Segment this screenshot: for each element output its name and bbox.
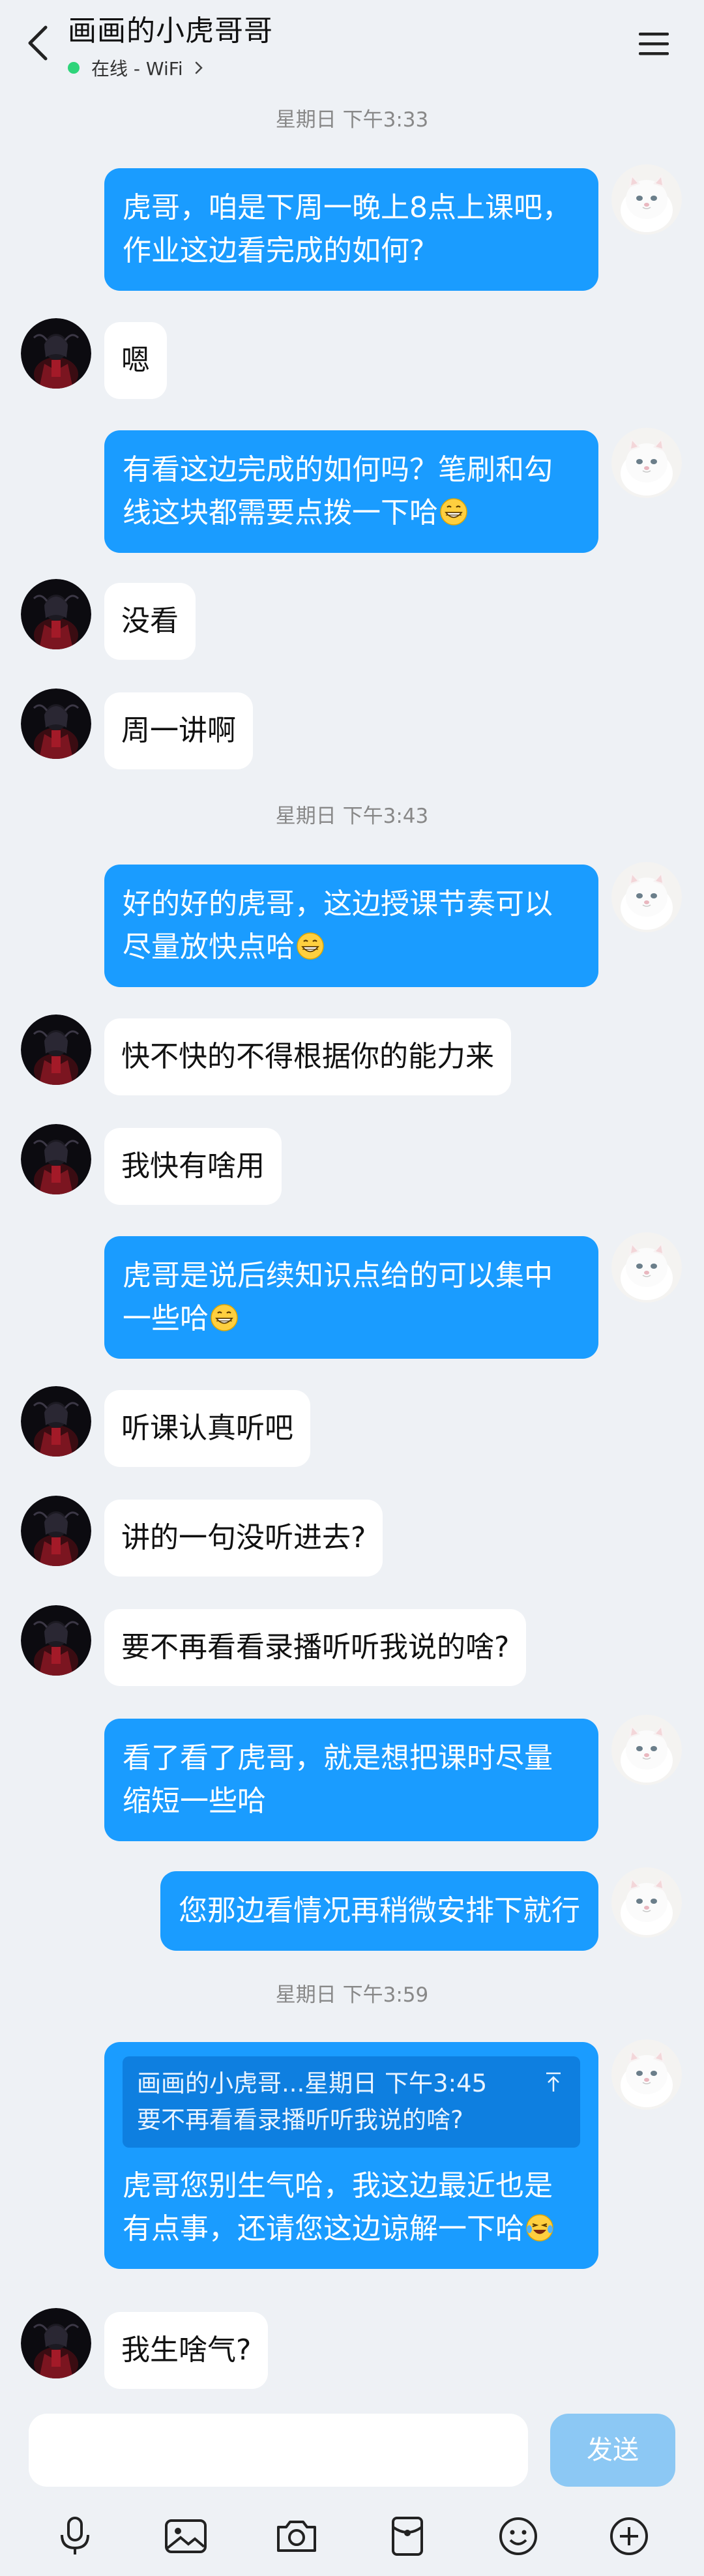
avatar[interactable] bbox=[21, 1605, 91, 1676]
message-text: 我快有啥用 bbox=[121, 1149, 265, 1183]
emoji-button[interactable] bbox=[495, 2513, 542, 2560]
red-packet-icon bbox=[392, 2516, 423, 2556]
message-bubble[interactable]: 嗯 bbox=[104, 322, 167, 399]
avatar[interactable] bbox=[21, 1014, 91, 1085]
send-button[interactable]: 发送 bbox=[550, 2414, 675, 2487]
input-bar: 发送 bbox=[0, 2405, 704, 2496]
emoji-icon bbox=[499, 2517, 537, 2555]
message-text: 快不快的不得根据你的能力来 bbox=[121, 1040, 494, 1073]
message-bubble[interactable]: 讲的一句没听进去? bbox=[104, 1500, 383, 1577]
avatar[interactable] bbox=[611, 1715, 682, 1785]
message-bubble[interactable]: 有看这边完成的如何吗？笔刷和勾线这块都需要点拨一下哈 bbox=[104, 430, 598, 553]
image-button[interactable] bbox=[162, 2513, 209, 2560]
message-bubble[interactable]: 好的好的虎哥，这边授课节奏可以尽量放快点哈 bbox=[104, 865, 598, 987]
quoted-message[interactable]: 画画的小虎哥...星期日 下午3:45 要不再看看录播听听我说的啥? bbox=[123, 2056, 580, 2148]
timestamp: 星期日 下午3:33 bbox=[275, 108, 429, 132]
avatar[interactable] bbox=[611, 164, 682, 235]
quote-text: 要不再看看录播听听我说的啥? bbox=[137, 2106, 463, 2134]
message-bubble[interactable]: 没看 bbox=[104, 583, 196, 660]
message-bubble[interactable]: 我快有啥用 bbox=[104, 1128, 282, 1205]
back-button[interactable] bbox=[20, 20, 59, 67]
avatar[interactable] bbox=[21, 688, 91, 759]
message-text: 嗯 bbox=[121, 344, 150, 377]
message-text: 看了看了虎哥，就是想把课时尽量缩短一些哈 bbox=[123, 1741, 553, 1818]
menu-button[interactable] bbox=[634, 26, 673, 61]
grinning-emoji-icon bbox=[210, 1303, 239, 1332]
status-text: 在线 - WiFi bbox=[91, 58, 183, 80]
message-bubble[interactable]: 您那边看情况再稍微安排下就行 bbox=[160, 1871, 598, 1951]
chevron-left-icon bbox=[28, 25, 48, 61]
more-button[interactable] bbox=[606, 2513, 653, 2560]
message-text: 虎哥是说后续知识点给的可以集中一些哈 bbox=[123, 1259, 553, 1335]
message-text: 我生啥气? bbox=[121, 2333, 252, 2367]
avatar[interactable] bbox=[21, 318, 91, 389]
avatar[interactable] bbox=[21, 1124, 91, 1194]
quote-header: 画画的小虎哥...星期日 下午3:45 bbox=[137, 2069, 488, 2097]
tears-of-joy-emoji-icon bbox=[525, 2213, 554, 2242]
menu-icon bbox=[639, 33, 669, 55]
message-text: 没看 bbox=[121, 604, 179, 638]
message-text: 好的好的虎哥，这边授课节奏可以尽量放快点哈 bbox=[123, 887, 553, 964]
message-text: 虎哥，咱是下周一晚上8点上课吧，作业这边看完成的如何? bbox=[123, 191, 571, 267]
message-bubble-with-quote[interactable]: 画画的小虎哥...星期日 下午3:45 要不再看看录播听听我说的啥? 虎哥您别生… bbox=[104, 2042, 598, 2269]
avatar[interactable] bbox=[611, 862, 682, 932]
message-text: 虎哥您别生气哈，我这边最近也是有点事，还请您这边谅解一下哈 bbox=[123, 2169, 553, 2245]
plus-icon bbox=[610, 2517, 648, 2555]
chat-header: 画画的小虎哥哥 在线 - WiFi bbox=[0, 0, 704, 93]
red-packet-button[interactable] bbox=[384, 2513, 431, 2560]
avatar[interactable] bbox=[21, 1496, 91, 1566]
avatar[interactable] bbox=[611, 1867, 682, 1938]
image-icon bbox=[165, 2519, 207, 2553]
message-text: 讲的一句没听进去? bbox=[121, 1521, 366, 1554]
message-bubble[interactable]: 听课认真听吧 bbox=[104, 1390, 310, 1467]
jump-to-top-icon[interactable] bbox=[544, 2071, 563, 2094]
timestamp: 星期日 下午3:59 bbox=[275, 1983, 429, 2007]
chat-title-area[interactable]: 画画的小虎哥哥 在线 - WiFi bbox=[68, 12, 273, 81]
message-text: 听课认真听吧 bbox=[121, 1412, 293, 1445]
message-text: 有看这边完成的如何吗？笔刷和勾线这块都需要点拨一下哈 bbox=[123, 453, 553, 529]
message-bubble[interactable]: 虎哥是说后续知识点给的可以集中一些哈 bbox=[104, 1236, 598, 1359]
chat-title: 画画的小虎哥哥 bbox=[68, 14, 273, 48]
camera-button[interactable] bbox=[273, 2513, 320, 2560]
message-bubble[interactable]: 快不快的不得根据你的能力来 bbox=[104, 1018, 511, 1095]
message-text: 您那边看情况再稍微安排下就行 bbox=[179, 1894, 580, 1927]
avatar[interactable] bbox=[21, 579, 91, 649]
message-bubble[interactable]: 虎哥，咱是下周一晚上8点上课吧，作业这边看完成的如何? bbox=[104, 168, 598, 291]
chat-toolbar bbox=[0, 2496, 704, 2576]
online-dot-icon bbox=[68, 62, 80, 74]
grinning-emoji-icon bbox=[296, 932, 325, 960]
avatar[interactable] bbox=[611, 428, 682, 498]
chevron-right-icon bbox=[195, 61, 203, 74]
message-input[interactable] bbox=[29, 2414, 528, 2487]
avatar[interactable] bbox=[611, 2039, 682, 2110]
message-bubble[interactable]: 看了看了虎哥，就是想把课时尽量缩短一些哈 bbox=[104, 1719, 598, 1841]
message-text: 周一讲啊 bbox=[121, 714, 236, 747]
timestamp: 星期日 下午3:43 bbox=[275, 805, 429, 828]
online-status[interactable]: 在线 - WiFi bbox=[68, 55, 273, 81]
message-bubble[interactable]: 我生啥气? bbox=[104, 2312, 269, 2389]
avatar[interactable] bbox=[21, 2308, 91, 2378]
message-text: 要不再看看录播听听我说的啥? bbox=[121, 1631, 510, 1664]
message-bubble[interactable]: 要不再看看录播听听我说的啥? bbox=[104, 1609, 527, 1686]
avatar[interactable] bbox=[611, 1232, 682, 1303]
message-bubble[interactable]: 周一讲啊 bbox=[104, 692, 253, 769]
voice-button[interactable] bbox=[51, 2513, 98, 2560]
microphone-icon bbox=[61, 2516, 89, 2554]
camera-icon bbox=[277, 2520, 316, 2552]
avatar[interactable] bbox=[21, 1386, 91, 1457]
grinning-emoji-icon bbox=[439, 497, 468, 526]
